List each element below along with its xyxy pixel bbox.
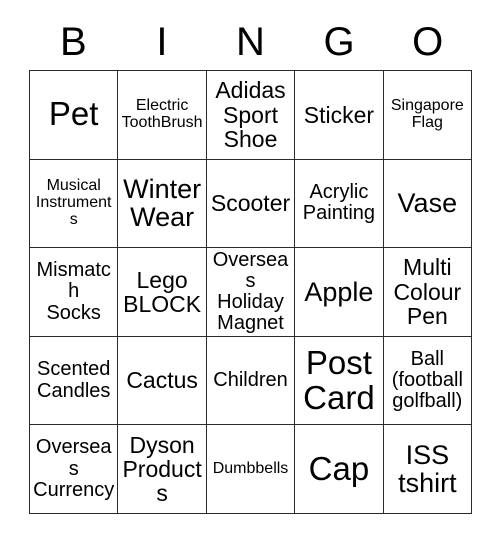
bingo-header-letter-g: G xyxy=(323,20,355,64)
bingo-cell-g5[interactable]: Cap xyxy=(295,425,384,514)
bingo-cell-o4[interactable]: Ball (football golfball) xyxy=(383,336,473,426)
bingo-cell-n3[interactable]: Overseas Holiday Magnet xyxy=(206,248,296,337)
bingo-row: Scented Candles Cactus Children Post Car… xyxy=(30,336,473,426)
bingo-cell-label: Singapore Flag xyxy=(390,96,464,131)
bingo-row: Mismatch Socks Lego BLOCK Overseas Holid… xyxy=(30,248,473,337)
bingo-card: B I N G O Pet Electric ToothBrush Adidas… xyxy=(0,0,500,544)
bingo-cell-label: Electric ToothBrush xyxy=(121,96,203,131)
bingo-cell-b2[interactable]: Musical Instruments xyxy=(30,159,119,249)
bingo-cell-label: Winter Wear xyxy=(123,173,202,233)
bingo-cell-label: Adidas Sport Shoe xyxy=(215,77,286,152)
bingo-cell-b3[interactable]: Mismatch Socks xyxy=(30,248,119,337)
bingo-cell-label: Post Card xyxy=(303,343,375,416)
bingo-cell-g3[interactable]: Apple xyxy=(295,248,384,337)
bingo-cell-n1[interactable]: Adidas Sport Shoe xyxy=(206,71,296,160)
bingo-cell-n4[interactable]: Children xyxy=(206,336,296,426)
bingo-cell-o2[interactable]: Vase xyxy=(383,159,473,249)
bingo-cell-i4[interactable]: Cactus xyxy=(118,336,207,426)
bingo-cell-i3[interactable]: Lego BLOCK xyxy=(118,248,207,337)
bingo-cell-o3[interactable]: Multi Colour Pen xyxy=(383,248,473,337)
bingo-cell-i1[interactable]: Electric ToothBrush xyxy=(118,71,207,160)
bingo-row: Musical Instruments Winter Wear Scooter … xyxy=(30,159,473,249)
bingo-cell-n5[interactable]: Dumbbells xyxy=(206,425,296,514)
bingo-cell-g1[interactable]: Sticker xyxy=(295,71,384,160)
bingo-cell-label: Multi Colour Pen xyxy=(393,254,462,330)
bingo-cell-label: Ball (football golfball) xyxy=(391,347,463,413)
bingo-grid: Pet Electric ToothBrush Adidas Sport Sho… xyxy=(29,70,473,514)
bingo-cell-label: ISS tshirt xyxy=(398,439,457,499)
bingo-cell-o5[interactable]: ISS tshirt xyxy=(383,425,473,514)
bingo-cell-g2[interactable]: Acrylic Painting xyxy=(295,159,384,249)
bingo-header-row: B I N G O xyxy=(29,14,472,70)
bingo-cell-g4[interactable]: Post Card xyxy=(295,336,384,426)
bingo-cell-b1[interactable]: Pet xyxy=(30,71,119,160)
bingo-cell-i2[interactable]: Winter Wear xyxy=(118,159,207,249)
bingo-cell-label: Scooter xyxy=(210,190,291,217)
bingo-cell-i5[interactable]: Dyson Products xyxy=(118,425,207,514)
bingo-cell-label: Vase xyxy=(397,188,458,219)
bingo-cell-label: Overseas Holiday Magnet xyxy=(212,248,289,335)
bingo-cell-label: Musical Instruments xyxy=(35,176,112,228)
bingo-cell-label: Overseas Currency xyxy=(33,436,115,501)
bingo-cell-label: Dyson Products xyxy=(122,431,202,507)
bingo-cell-label: Pet xyxy=(48,95,99,133)
bingo-cell-label: Apple xyxy=(304,276,374,307)
bingo-header-letter-n: N xyxy=(236,20,265,64)
bingo-row: Overseas Currency Dyson Products Dumbbel… xyxy=(30,425,473,514)
bingo-cell-label: Dumbbells xyxy=(212,459,289,477)
bingo-header-letter-i: I xyxy=(156,20,168,64)
bingo-cell-n2[interactable]: Scooter xyxy=(206,159,296,249)
bingo-cell-o1[interactable]: Singapore Flag xyxy=(383,71,473,160)
bingo-cell-b4[interactable]: Scented Candles xyxy=(30,336,119,426)
bingo-cell-label: Cactus xyxy=(126,367,198,394)
bingo-row: Pet Electric ToothBrush Adidas Sport Sho… xyxy=(30,71,473,160)
bingo-cell-label: Mismatch Socks xyxy=(36,259,111,324)
bingo-cell-b5[interactable]: Overseas Currency xyxy=(30,425,119,514)
bingo-cell-label: Acrylic Painting xyxy=(302,181,376,225)
bingo-cell-label: Sticker xyxy=(303,101,375,128)
bingo-cell-label: Cap xyxy=(308,449,370,487)
bingo-cell-label: Scented Candles xyxy=(37,358,111,402)
bingo-header-letter-b: B xyxy=(59,20,87,64)
bingo-cell-label: Lego BLOCK xyxy=(123,266,202,317)
bingo-cell-label: Children xyxy=(213,368,288,391)
bingo-header-letter-o: O xyxy=(412,20,444,64)
